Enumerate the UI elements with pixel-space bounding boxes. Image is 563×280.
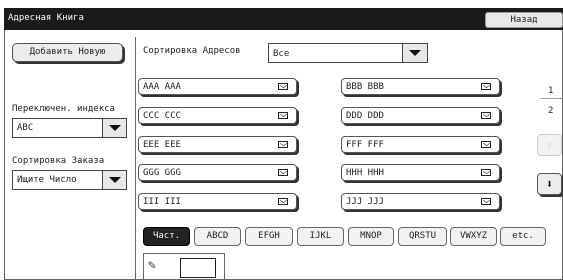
order-sort-label: Сортировка Заказа bbox=[12, 156, 105, 166]
email-icon bbox=[278, 112, 288, 119]
entry-name: GGG GGG bbox=[143, 168, 181, 178]
entry-name: CCC CCC bbox=[143, 111, 181, 121]
entry-name: JJJ JJJ bbox=[346, 197, 384, 207]
address-entry[interactable]: EEE EEE bbox=[138, 136, 297, 153]
chevron-down-icon[interactable] bbox=[102, 171, 126, 189]
email-icon bbox=[278, 141, 288, 148]
title-bar: Адресная Книга Назад bbox=[4, 8, 563, 30]
number-search-input[interactable] bbox=[180, 258, 216, 278]
address-entry[interactable]: BBB BBB bbox=[341, 78, 500, 95]
number-search-icon[interactable]: ✎ bbox=[148, 258, 168, 276]
entry-name: BBB BBB bbox=[346, 82, 384, 92]
email-icon bbox=[481, 112, 491, 119]
email-icon bbox=[278, 83, 288, 90]
tab-mnop[interactable]: MNOP bbox=[348, 227, 394, 246]
email-icon bbox=[481, 169, 491, 176]
email-icon bbox=[481, 198, 491, 205]
number-search-box: ✎ bbox=[143, 253, 225, 280]
tab-abcd[interactable]: ABCD bbox=[194, 227, 241, 246]
entry-name: AAA AAA bbox=[143, 82, 181, 92]
arrow-down-icon: ⬇ bbox=[545, 177, 554, 191]
sort-addresses-label: Сортировка Адресов bbox=[143, 46, 241, 56]
email-icon bbox=[278, 198, 288, 205]
arrow-up-icon: ⇧ bbox=[545, 138, 554, 152]
email-icon bbox=[278, 169, 288, 176]
index-switch-label: Переключен. индекса bbox=[12, 104, 115, 114]
address-entry[interactable]: III III bbox=[138, 193, 297, 210]
scroll-down-button[interactable]: ⬇ bbox=[537, 173, 562, 195]
back-button[interactable]: Назад bbox=[485, 12, 563, 28]
entry-name: HHH HHH bbox=[346, 168, 384, 178]
index-select[interactable]: ABC bbox=[12, 118, 127, 138]
address-entry[interactable]: FFF FFF bbox=[341, 136, 500, 153]
index-select-value: ABC bbox=[17, 123, 34, 133]
address-entry[interactable]: HHH HHH bbox=[341, 164, 500, 181]
order-select[interactable]: Ищите Число bbox=[12, 170, 127, 190]
page-divider bbox=[541, 98, 563, 99]
email-icon bbox=[481, 83, 491, 90]
page-number-current: 1 bbox=[548, 86, 554, 96]
address-entry[interactable]: JJJ JJJ bbox=[341, 193, 500, 210]
page-number-total: 2 bbox=[548, 106, 554, 116]
scroll-up-button[interactable]: ⇧ bbox=[537, 134, 562, 156]
tab-ijkl[interactable]: IJKL bbox=[297, 227, 344, 246]
entry-name: EEE EEE bbox=[143, 140, 181, 150]
chevron-down-icon[interactable] bbox=[102, 119, 126, 137]
entry-name: FFF FFF bbox=[346, 140, 384, 150]
window-title: Адресная Книга bbox=[8, 13, 84, 23]
entry-name: III III bbox=[143, 197, 181, 207]
sort-select-value: Все bbox=[273, 49, 290, 59]
chevron-down-icon[interactable] bbox=[402, 44, 427, 62]
tab-qrstu[interactable]: QRSTU bbox=[398, 227, 447, 246]
email-icon bbox=[481, 141, 491, 148]
address-entry[interactable]: AAA AAA bbox=[138, 78, 297, 95]
sort-select[interactable]: Все bbox=[268, 43, 428, 63]
entry-name: DDD DDD bbox=[346, 111, 384, 121]
tab-efgh[interactable]: EFGH bbox=[245, 227, 293, 246]
address-entry[interactable]: CCC CCC bbox=[138, 107, 297, 124]
tab-vwxyz[interactable]: VWXYZ bbox=[450, 227, 497, 246]
add-new-button[interactable]: Добавить Новую bbox=[12, 43, 123, 62]
tab-etc[interactable]: etc. bbox=[500, 227, 546, 246]
address-entry[interactable]: DDD DDD bbox=[341, 107, 500, 124]
tab-frequent[interactable]: Част. bbox=[143, 227, 190, 246]
address-entry[interactable]: GGG GGG bbox=[138, 164, 297, 181]
order-select-value: Ищите Число bbox=[17, 175, 77, 185]
